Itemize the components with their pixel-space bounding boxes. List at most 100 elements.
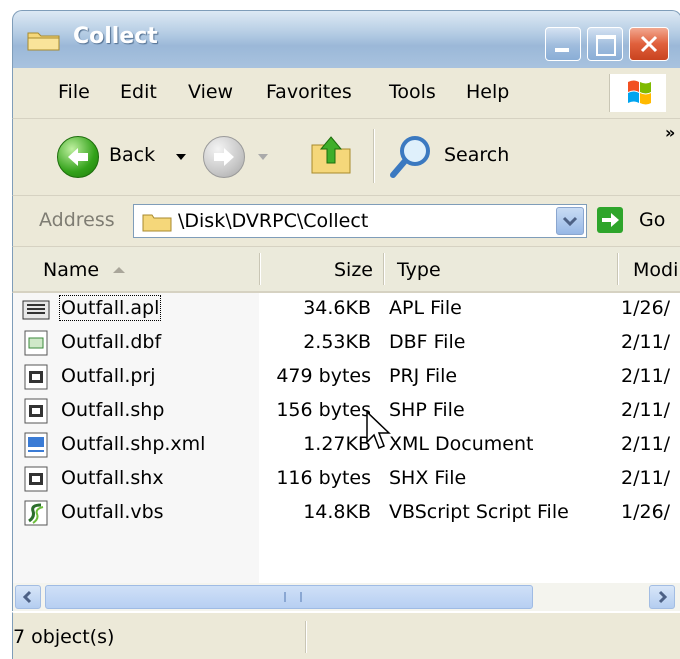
file-row[interactable]: Outfall.vbs 14.8KB VBScript Script File … (13, 497, 680, 531)
mouse-pointer-icon (366, 410, 391, 449)
file-date: 1/26/ (621, 501, 671, 523)
file-date: 2/11/ (621, 433, 671, 455)
go-arrow-icon (602, 213, 619, 227)
address-dropdown-button[interactable] (556, 207, 584, 235)
window-title: Collect (73, 24, 158, 49)
file-name: Outfall.vbs (61, 501, 164, 523)
dbf-file-icon (24, 330, 48, 356)
file-name: Outfall.shp (61, 399, 165, 421)
file-size: 156 bytes (276, 399, 371, 421)
sort-ascending-icon (113, 267, 125, 273)
toolbar-separator (373, 129, 374, 183)
scroll-left-button[interactable] (15, 585, 41, 609)
go-button[interactable] (597, 207, 623, 233)
address-input[interactable]: \Disk\DVRPC\Collect (133, 204, 587, 238)
file-type: APL File (389, 297, 462, 319)
standard-toolbar: Back Search » (12, 119, 680, 196)
go-label[interactable]: Go (639, 209, 665, 231)
apl-file-icon (22, 300, 50, 320)
folder-icon (27, 32, 60, 51)
back-arrow-icon (68, 148, 88, 166)
generic-file-icon (24, 364, 48, 390)
minimize-button[interactable] (545, 27, 581, 61)
list-header: Name Size Type Modi (12, 247, 680, 293)
file-row[interactable]: Outfall.shp.xml 1.27KB XML Document 2/11… (13, 429, 680, 463)
column-header-modified[interactable]: Modi (633, 259, 678, 281)
search-label[interactable]: Search (444, 144, 509, 166)
generic-file-icon (24, 466, 48, 492)
back-button[interactable] (57, 136, 99, 178)
forward-arrow-icon (214, 148, 234, 166)
close-icon (640, 35, 658, 53)
column-separator[interactable] (617, 253, 618, 285)
file-type: SHP File (389, 399, 465, 421)
generic-file-icon (24, 398, 48, 424)
chevron-right-icon (658, 590, 668, 604)
file-date: 2/11/ (621, 331, 671, 353)
file-name: Outfall.shp.xml (61, 433, 206, 455)
menu-bar: File Edit View Favorites Tools Help (12, 68, 680, 119)
file-date: 2/11/ (621, 365, 671, 387)
file-row[interactable]: Outfall.shp 156 bytes SHP File 2/11/ (13, 395, 680, 429)
file-row[interactable]: Outfall.prj 479 bytes PRJ File 2/11/ (13, 361, 680, 395)
menu-tools[interactable]: Tools (389, 81, 436, 103)
menu-edit[interactable]: Edit (120, 81, 157, 103)
file-name: Outfall.shx (61, 467, 164, 489)
file-size: 479 bytes (276, 365, 371, 387)
search-icon[interactable] (385, 131, 437, 183)
file-date: 1/26/ (621, 297, 671, 319)
status-object-count: 7 object(s) (13, 626, 115, 648)
address-label: Address (39, 209, 115, 231)
address-bar: Address \Disk\DVRPC\Collect Go (12, 196, 680, 247)
column-header-size[interactable]: Size (323, 259, 373, 281)
address-value: \Disk\DVRPC\Collect (178, 210, 369, 232)
file-date: 2/11/ (621, 467, 671, 489)
file-size: 34.6KB (303, 297, 371, 319)
menu-view[interactable]: View (188, 81, 233, 103)
file-row[interactable]: Outfall.shx 116 bytes SHX File 2/11/ (13, 463, 680, 497)
file-type: PRJ File (389, 365, 458, 387)
forward-button[interactable] (203, 136, 245, 178)
file-size: 1.27KB (303, 433, 371, 455)
column-header-name[interactable]: Name (43, 259, 99, 281)
back-dropdown-icon[interactable] (176, 154, 186, 160)
column-separator[interactable] (259, 253, 260, 285)
menu-help[interactable]: Help (466, 81, 509, 103)
chevron-down-icon (562, 216, 578, 227)
menu-file[interactable]: File (58, 81, 90, 103)
file-size: 14.8KB (303, 501, 371, 523)
file-type: DBF File (389, 331, 466, 353)
xml-file-icon (24, 432, 48, 458)
file-name: Outfall.dbf (61, 331, 162, 353)
title-bar[interactable]: Collect (12, 10, 680, 69)
file-type: XML Document (389, 433, 534, 455)
scrollbar-grip-icon (284, 592, 302, 602)
status-separator (305, 621, 306, 653)
close-button[interactable] (629, 27, 669, 61)
folder-up-icon[interactable] (309, 131, 353, 177)
file-type: VBScript Script File (389, 501, 569, 523)
script-file-icon (24, 500, 48, 526)
scroll-right-button[interactable] (649, 585, 675, 609)
forward-dropdown-icon[interactable] (258, 154, 268, 160)
file-row[interactable]: Outfall.apl 34.6KB APL File 1/26/ (13, 293, 680, 327)
column-header-type[interactable]: Type (397, 259, 441, 281)
menu-favorites[interactable]: Favorites (266, 81, 352, 103)
scrollbar-thumb[interactable] (45, 585, 533, 609)
chevron-left-icon (22, 590, 32, 604)
maximize-button[interactable] (587, 27, 623, 61)
file-name: Outfall.apl (58, 295, 162, 321)
windows-flag-icon (628, 80, 651, 105)
file-type: SHX File (389, 467, 467, 489)
maximize-icon (596, 35, 616, 56)
column-separator[interactable] (383, 253, 384, 285)
back-label[interactable]: Back (109, 144, 155, 166)
file-row[interactable]: Outfall.dbf 2.53KB DBF File 2/11/ (13, 327, 680, 361)
toolbar-overflow-icon[interactable]: » (665, 123, 675, 142)
minimize-icon (555, 48, 569, 52)
windows-logo (609, 74, 666, 112)
file-size: 116 bytes (276, 467, 371, 489)
file-list[interactable]: Outfall.apl 34.6KB APL File 1/26/ Outfal… (12, 293, 680, 583)
horizontal-scrollbar[interactable] (12, 583, 680, 611)
file-name: Outfall.prj (61, 365, 156, 387)
